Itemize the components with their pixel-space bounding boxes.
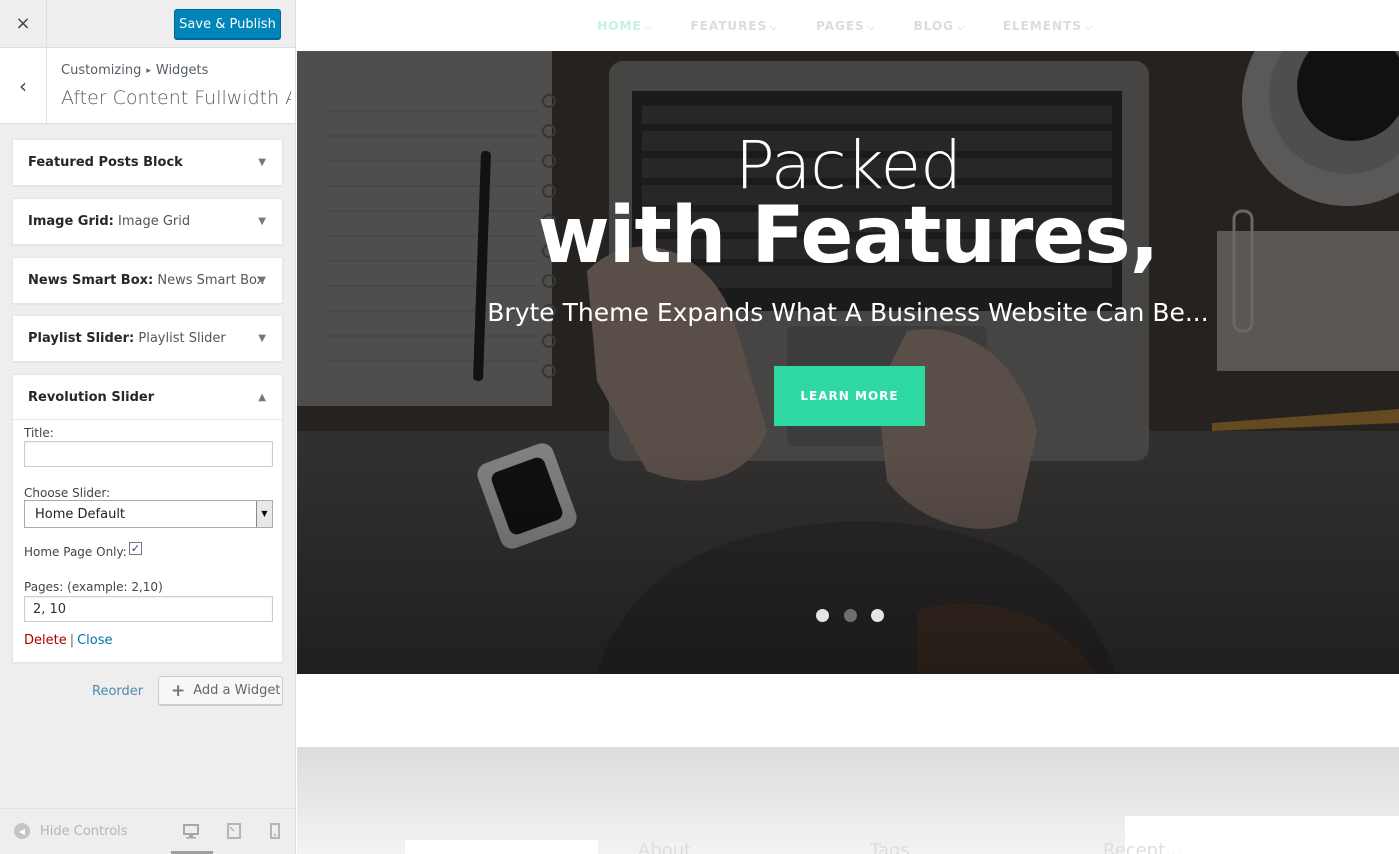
- footer-widget-box: [405, 840, 598, 854]
- chevron-down-icon: ⌵: [867, 22, 876, 33]
- back-arrow-icon[interactable]: ‹: [0, 48, 47, 123]
- nav-item-pages[interactable]: PAGES ⌵: [816, 19, 876, 33]
- section-title: After Content Fullwidth A...: [61, 87, 291, 109]
- mobile-preview-icon[interactable]: [270, 823, 280, 839]
- widget-subtitle: News Smart Box: [153, 273, 265, 288]
- nav-item-features[interactable]: FEATURES ⌵: [690, 19, 778, 33]
- customizer-header: × Save & Publish: [0, 0, 295, 48]
- hero-heading-line2: with Features,: [537, 191, 1160, 281]
- widget-title: Playlist Slider: Playlist Slider: [28, 331, 226, 346]
- breadcrumb-separator-icon: ▸: [146, 66, 151, 76]
- home-page-only-checkbox[interactable]: ✓: [129, 542, 142, 555]
- widget-title: Image Grid: Image Grid: [28, 214, 190, 229]
- breadcrumb-section: Widgets: [155, 63, 209, 78]
- widget-name: Playlist Slider:: [28, 331, 135, 346]
- widget-header[interactable]: Playlist Slider: Playlist Slider ▼: [13, 316, 282, 361]
- widget-title: News Smart Box: News Smart Box: [28, 273, 264, 288]
- site-preview: HOME ⌵ FEATURES ⌵ PAGES ⌵ BLOG ⌵ ELEMENTS ⌵: [297, 0, 1399, 854]
- chevron-down-icon: ⌵: [770, 22, 779, 33]
- widget-subtitle: Playlist Slider: [134, 331, 226, 346]
- breadcrumb-root: Customizing: [61, 63, 142, 78]
- site-nav: HOME ⌵ FEATURES ⌵ PAGES ⌵ BLOG ⌵ ELEMENTS ⌵: [297, 0, 1399, 51]
- pages-input[interactable]: [24, 596, 273, 622]
- nav-label: BLOG: [913, 18, 954, 33]
- slider-select-value: Home Default: [35, 507, 126, 522]
- add-widget-button[interactable]: + Add a Widget: [158, 676, 283, 705]
- desktop-preview-icon[interactable]: [183, 823, 199, 839]
- slider-dot[interactable]: [871, 609, 884, 622]
- widget-image-grid: Image Grid: Image Grid ▼: [12, 198, 283, 245]
- hide-controls-button[interactable]: ◀ Hide Controls: [14, 823, 128, 839]
- widget-name: Featured Posts Block: [28, 155, 183, 170]
- widget-name: News Smart Box:: [28, 273, 154, 288]
- hide-controls-label: Hide Controls: [40, 823, 128, 839]
- widget-title: Featured Posts Block: [28, 155, 183, 170]
- chevron-down-icon: ⌵: [644, 22, 653, 33]
- pages-label: Pages: (example: 2,10): [24, 580, 163, 594]
- widget-header[interactable]: Featured Posts Block ▼: [13, 140, 282, 185]
- nav-label: HOME: [597, 18, 642, 33]
- widget-header[interactable]: Image Grid: Image Grid ▼: [13, 199, 282, 244]
- widget-subtitle: Image Grid: [113, 214, 191, 229]
- breadcrumb: Customizing ▸ Widgets: [61, 63, 208, 78]
- widget-name: Revolution Slider: [28, 389, 155, 405]
- close-customizer-icon[interactable]: ×: [0, 0, 47, 47]
- nav-label: FEATURES: [690, 18, 768, 33]
- hero-slider: Packed with Features, Bryte Theme Expand…: [297, 51, 1399, 674]
- nav-label: ELEMENTS: [1002, 18, 1082, 33]
- nav-label: PAGES: [816, 18, 865, 33]
- tablet-preview-icon[interactable]: [227, 823, 241, 839]
- expand-arrow-icon[interactable]: ▼: [258, 333, 266, 344]
- section-header: ‹ Customizing ▸ Widgets After Content Full…: [0, 48, 295, 124]
- save-publish-button[interactable]: Save & Publish: [174, 9, 281, 39]
- nav-item-elements[interactable]: ELEMENTS ⌵: [1003, 19, 1093, 33]
- footer-heading-recent: Recent...: [1103, 840, 1183, 854]
- chevron-down-icon[interactable]: ▼: [256, 501, 272, 527]
- nav-item-home[interactable]: HOME ⌵: [597, 19, 652, 33]
- widget-playlist-slider: Playlist Slider: Playlist Slider ▼: [12, 315, 283, 362]
- expand-arrow-icon[interactable]: ▼: [258, 275, 266, 286]
- widget-featured-posts: Featured Posts Block ▼: [12, 139, 283, 186]
- delete-link[interactable]: Delete: [24, 633, 67, 648]
- slider-dot-active[interactable]: [844, 609, 857, 622]
- home-page-only-label: Home Page Only:: [24, 545, 127, 559]
- chevron-down-icon: ⌵: [1084, 22, 1093, 33]
- widget-revolution-slider: Revolution Slider ▲ Title: Choose Slider…: [12, 374, 283, 663]
- widget-header[interactable]: News Smart Box: News Smart Box ▼: [13, 258, 282, 303]
- choose-slider-label: Choose Slider:: [24, 486, 111, 500]
- widget-name: Image Grid:: [28, 214, 114, 229]
- reorder-link[interactable]: Reorder: [92, 684, 143, 699]
- collapse-arrow-icon[interactable]: ▲: [258, 392, 266, 403]
- customizer-footer: ◀ Hide Controls: [0, 808, 295, 854]
- title-input[interactable]: [24, 441, 273, 467]
- hero-subtitle: Bryte Theme Expands What A Business Webs…: [487, 298, 1209, 327]
- widget-header[interactable]: Revolution Slider ▲: [13, 375, 282, 420]
- customizer-sidebar: × Save & Publish ‹ Customizing ▸ Widgets A…: [0, 0, 296, 854]
- collapse-icon: ◀: [14, 823, 30, 839]
- expand-arrow-icon[interactable]: ▼: [258, 216, 266, 227]
- nav-item-blog[interactable]: BLOG ⌵: [914, 19, 965, 33]
- title-label: Title:: [24, 426, 54, 440]
- widget-title: Revolution Slider: [28, 390, 154, 405]
- footer-heading-about: About: [638, 840, 692, 854]
- add-widget-label: Add a Widget: [193, 683, 281, 698]
- link-separator: |: [69, 633, 75, 648]
- widget-actions: Delete | Close: [24, 633, 113, 648]
- slider-dot[interactable]: [816, 609, 829, 622]
- close-link[interactable]: Close: [77, 633, 112, 648]
- footer-heading-tags: Tags: [870, 840, 910, 854]
- widget-news-smart-box: News Smart Box: News Smart Box ▼: [12, 257, 283, 304]
- learn-more-button[interactable]: LEARN MORE: [774, 366, 925, 426]
- expand-arrow-icon[interactable]: ▼: [258, 157, 266, 168]
- chevron-down-icon: ⌵: [957, 22, 965, 33]
- plus-icon: +: [171, 680, 186, 701]
- slider-select[interactable]: Home Default ▼: [24, 500, 273, 528]
